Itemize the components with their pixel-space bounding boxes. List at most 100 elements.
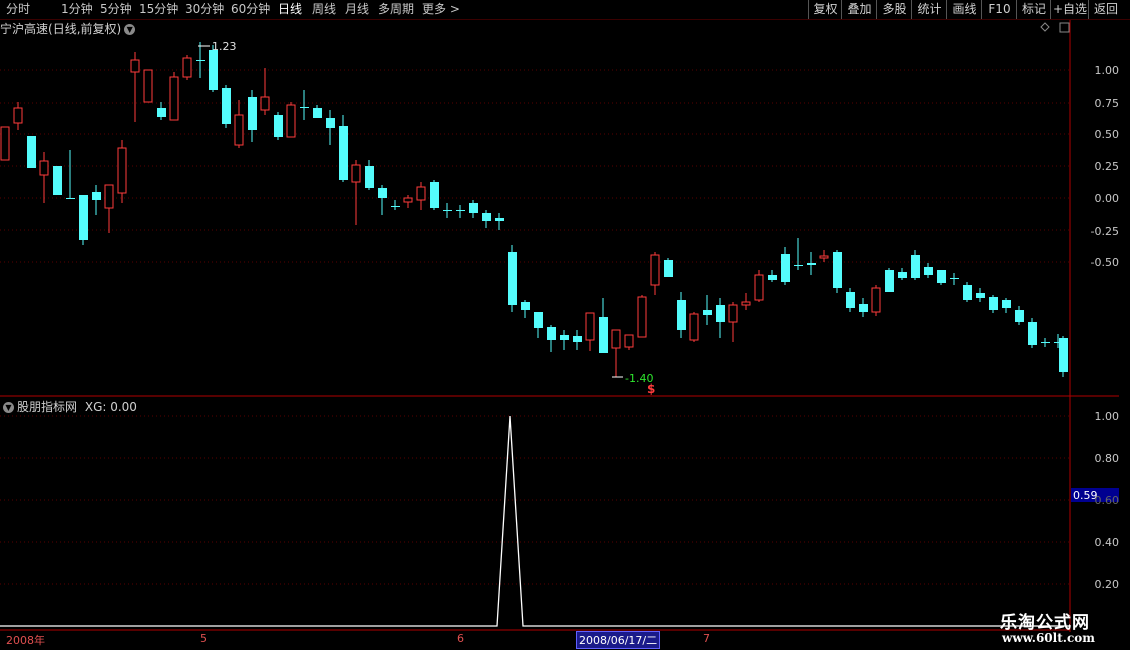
candle-body [573, 336, 582, 342]
candle-body [547, 327, 556, 340]
y-label: 0.40 [1094, 536, 1120, 549]
candle-body [819, 255, 829, 259]
candle-body [403, 197, 413, 203]
candle-body [624, 334, 634, 348]
candle-body [495, 218, 504, 221]
y-label: 0.60 [1094, 494, 1120, 507]
candle-body [234, 114, 244, 146]
candle-body [157, 108, 166, 117]
indicator-name: 股朋指标网 [17, 400, 78, 414]
y-label: 0.00 [1094, 192, 1120, 205]
price-markers: 1.23 -1.40 $ [198, 40, 655, 396]
candle-body [741, 301, 751, 306]
candle-body [924, 267, 933, 275]
date-label: 5 [200, 632, 207, 645]
period-tab-30min[interactable]: 30分钟 [185, 2, 224, 17]
chart-mode: (日线,前复权) [48, 22, 122, 36]
chevron-down-icon[interactable]: ▼ [124, 24, 136, 35]
overlay-button[interactable]: 叠加 [841, 0, 877, 19]
multi-stock-button[interactable]: 多股 [876, 0, 912, 19]
candle-body [13, 107, 23, 124]
cursor-date-label: 2008/06/17/二 [576, 631, 661, 649]
candle-body [963, 285, 972, 300]
candle-body [911, 255, 920, 278]
candle-body [130, 59, 140, 73]
buy-signal-marker: $ [647, 382, 655, 396]
candle-body [976, 293, 985, 298]
add-watchlist-button[interactable]: +自选 [1050, 0, 1089, 19]
candle-body [79, 195, 88, 240]
candle-body [677, 300, 686, 330]
period-tab-weekly[interactable]: 周线 [312, 2, 336, 17]
period-tab-15min[interactable]: 15分钟 [139, 2, 178, 17]
chevron-down-icon[interactable]: ▼ [3, 402, 14, 413]
period-tab-1min[interactable]: 1分钟 [61, 2, 93, 17]
watermark-url: www.60lt.com [1002, 631, 1095, 645]
maximize-icon[interactable] [1059, 22, 1070, 33]
f10-button[interactable]: F10 [981, 0, 1017, 19]
candle-body [859, 304, 868, 312]
candle-body [521, 302, 530, 310]
stats-button[interactable]: 统计 [911, 0, 947, 19]
y-label: 0.25 [1094, 160, 1120, 173]
candle-body [53, 166, 62, 195]
period-tab-monthly[interactable]: 月线 [345, 2, 369, 17]
candle-body [1002, 300, 1011, 308]
back-button[interactable]: 返回 [1088, 0, 1123, 19]
candle-body [196, 60, 205, 61]
candle-body [1028, 322, 1037, 345]
side-scroll-column[interactable] [1119, 20, 1130, 640]
period-tab-fenshi[interactable]: 分时 [6, 2, 30, 17]
period-tab-multi[interactable]: 多周期 [378, 2, 414, 17]
main-chart-title: 宁沪高速(日线,前复权) ▼ [0, 20, 136, 37]
candle-body [391, 206, 400, 207]
candle-body [611, 329, 621, 349]
y-label: -0.50 [1090, 256, 1119, 269]
candle-body [898, 272, 907, 278]
candle-body [169, 76, 179, 121]
candle-body [39, 160, 49, 176]
candle-body [716, 305, 725, 322]
period-toolbar: 分时 1分钟 5分钟 15分钟 30分钟 60分钟 日线 周线 月线 多周期 更… [0, 0, 1130, 20]
y-label: 1.00 [1094, 410, 1120, 423]
mark-button[interactable]: 标记 [1016, 0, 1051, 19]
chart-area[interactable]: 1.23 -1.40 $ 0.59 [0, 20, 1120, 632]
period-tab-5min[interactable]: 5分钟 [100, 2, 132, 17]
candle-body [0, 126, 10, 161]
main-grid [0, 69, 1070, 263]
draw-line-button[interactable]: 画线 [946, 0, 982, 19]
candle-body [430, 182, 439, 208]
candle-body [846, 292, 855, 308]
candle-body [300, 107, 309, 108]
diamond-icon[interactable] [1040, 22, 1050, 32]
candle-body [182, 57, 192, 78]
y-label: 0.75 [1094, 97, 1120, 110]
y-label: 0.50 [1094, 128, 1120, 141]
candle-body [27, 136, 36, 168]
candle-body [313, 108, 322, 118]
fuquan-button[interactable]: 复权 [808, 0, 842, 19]
candle-body [950, 278, 959, 279]
candle-body [937, 270, 946, 283]
candle-body [66, 198, 75, 199]
y-label: 0.20 [1094, 578, 1120, 591]
more-menu-button[interactable]: 更多 > [422, 2, 460, 17]
sub-chart-title: ▼ 股朋指标网 XG: 0.00 [3, 398, 137, 415]
date-label: 2008年 [6, 634, 45, 647]
candle-body [326, 118, 335, 128]
candle-body [885, 270, 894, 292]
candle-body [1059, 338, 1068, 372]
candle-body [351, 164, 361, 183]
period-tab-60min[interactable]: 60分钟 [231, 2, 270, 17]
candle-body [1015, 310, 1024, 322]
candle-body [104, 184, 114, 209]
candle-body [689, 313, 699, 341]
candle-body [794, 265, 803, 266]
period-tab-daily[interactable]: 日线 [278, 2, 302, 17]
y-label: 1.00 [1094, 64, 1120, 77]
candle-body [703, 310, 712, 315]
max-price-marker: 1.23 [212, 40, 237, 53]
candle-body [664, 260, 673, 277]
candle-body [807, 263, 816, 265]
candle-body [508, 252, 517, 305]
